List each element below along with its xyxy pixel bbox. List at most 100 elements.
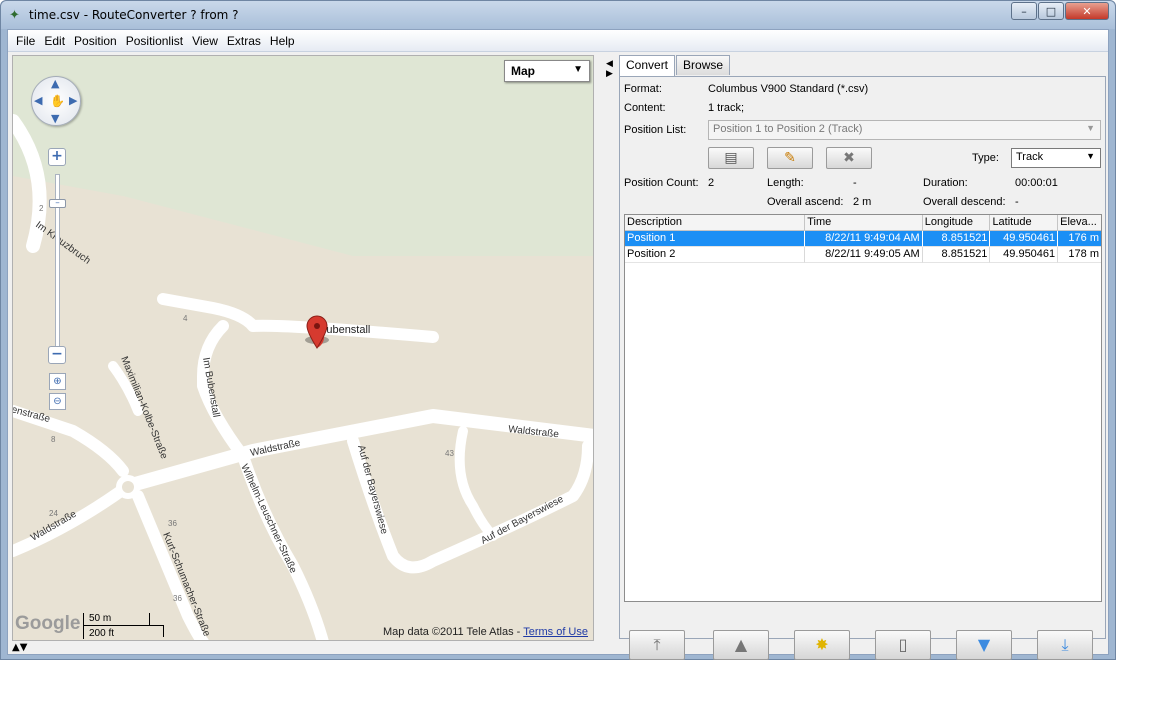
close-button[interactable]: ✕ (1065, 2, 1109, 20)
zoom-in-button[interactable]: + (48, 148, 66, 166)
cell-elevation: 178 m (1058, 247, 1101, 263)
cell-description: Position 2 (625, 247, 806, 263)
google-logo: Google (15, 613, 81, 634)
scale-metric: 50 m (89, 613, 112, 624)
house-number: 43 (445, 449, 454, 458)
title-bar[interactable]: ✦ time.csv - RouteConverter ? from ? – □… (1, 1, 1115, 29)
new-position-button[interactable]: ✸ (794, 630, 850, 660)
house-number: 2 (39, 204, 44, 213)
position-count-value: 2 (708, 177, 715, 189)
map-type-select[interactable]: Map ▼ (504, 60, 590, 82)
overall-ascend-value: 2 m (853, 196, 872, 208)
positions-table[interactable]: Description Time Longitude Latitude Elev… (624, 214, 1102, 602)
position-count-label: Position Count: (624, 177, 699, 189)
house-number: 8 (51, 435, 56, 444)
zoom-slider-thumb[interactable]: – (49, 199, 66, 208)
minimize-button[interactable]: – (1011, 2, 1037, 20)
move-to-bottom-button[interactable]: ⤓ (1037, 630, 1093, 660)
menu-extras[interactable]: Extras (223, 34, 265, 48)
collapse-left-icon[interactable]: ◀ (606, 59, 613, 69)
hand-icon: ✋ (50, 94, 65, 108)
overall-ascend-label: Overall ascend: (767, 196, 844, 208)
move-down-button[interactable]: ▼ (956, 630, 1012, 660)
table-header: Description Time Longitude Latitude Elev… (625, 215, 1101, 231)
duration-value: 00:00:01 (1015, 177, 1058, 189)
cell-longitude: 8.851521 (922, 247, 991, 263)
tab-browse[interactable]: Browse (676, 55, 731, 75)
column-header-longitude[interactable]: Longitude (923, 215, 991, 230)
column-header-elevation[interactable]: Eleva... (1058, 215, 1101, 230)
cell-latitude: 49.950461 (990, 231, 1059, 247)
app-window: ✦ time.csv - RouteConverter ? from ? – □… (0, 0, 1116, 660)
expand-icon[interactable]: ▲▼ (12, 642, 27, 653)
format-label: Format: (624, 83, 662, 95)
pan-down-icon[interactable]: ▼ (51, 112, 59, 125)
menu-view[interactable]: View (188, 34, 222, 48)
arrow-down-icon: ▼ (977, 635, 991, 654)
pan-left-icon[interactable]: ◀ (34, 94, 42, 107)
splitter[interactable]: ◀ ▶ (598, 55, 615, 641)
zoom-out-button[interactable]: − (48, 346, 66, 364)
cell-time: 8/22/11 9:49:04 AM (805, 231, 923, 247)
arrow-up-icon: ▲ (734, 635, 748, 654)
delete-icon: ✖ (843, 150, 855, 166)
menu-help[interactable]: Help (266, 34, 299, 48)
copyright-text: Map data ©2011 Tele Atlas - (383, 626, 524, 638)
maximize-button[interactable]: □ (1038, 2, 1064, 20)
map-marker-icon[interactable] (305, 315, 329, 349)
cell-latitude: 49.950461 (990, 247, 1059, 263)
chevron-down-icon: ▼ (1086, 151, 1095, 161)
terms-of-use-link[interactable]: Terms of Use (523, 626, 588, 638)
column-header-description[interactable]: Description (625, 215, 806, 230)
app-icon: ✦ (9, 8, 20, 23)
pan-right-icon[interactable]: ▶ (69, 94, 77, 107)
delete-position-button[interactable]: ▯ (875, 630, 931, 660)
content-label: Content: (624, 102, 666, 114)
position-list-select[interactable]: Position 1 to Position 2 (Track) ▼ (708, 120, 1101, 140)
collapse-right-icon[interactable]: ▶ (606, 69, 613, 79)
type-select[interactable]: Track ▼ (1011, 148, 1101, 168)
pan-control[interactable]: ▲ ▼ ◀ ▶ ✋ (31, 76, 81, 126)
column-header-latitude[interactable]: Latitude (990, 215, 1059, 230)
table-row[interactable]: Position 1 8/22/11 9:49:04 AM 8.851521 4… (625, 231, 1101, 247)
map-canvas: Im Kreuzbruch Im Bubenstall Maximilian-K… (13, 56, 593, 640)
house-number: 24 (49, 509, 58, 518)
content-value: 1 track; (708, 102, 745, 114)
convert-tab-body: Format: Columbus V900 Standard (*.csv) C… (619, 76, 1106, 660)
scale-imperial: 200 ft (89, 628, 115, 639)
cell-elevation: 176 m (1058, 231, 1101, 247)
length-value: - (853, 177, 857, 189)
overall-descend-value: - (1015, 196, 1019, 208)
table-row[interactable]: Position 2 8/22/11 9:49:05 AM 8.851521 4… (625, 247, 1101, 263)
house-number: 4 (183, 314, 188, 323)
type-label: Type: (972, 152, 999, 164)
duration-label: Duration: (923, 177, 968, 189)
map-type-label: Map (511, 64, 535, 78)
move-top-icon: ⤒ (653, 635, 661, 654)
star-icon: ✸ (815, 635, 829, 654)
open-list-button[interactable]: ▤ (708, 147, 754, 169)
column-header-time[interactable]: Time (805, 215, 923, 230)
move-up-button[interactable]: ▲ (713, 630, 769, 660)
rename-list-button[interactable]: ✎ (767, 147, 813, 169)
street-label-auf-der-bayerswiese-1: Auf der Bayerswiese (355, 444, 389, 536)
type-value: Track (1016, 151, 1044, 163)
cell-time: 8/22/11 9:49:05 AM (805, 247, 923, 263)
menu-file[interactable]: File (12, 34, 39, 48)
chevron-down-icon: ▼ (1086, 123, 1095, 133)
street-label-auf-der-bayerswiese-2: Auf der Bayerswiese (479, 494, 566, 547)
menu-position[interactable]: Position (70, 34, 121, 48)
move-to-top-button[interactable]: ⤒ (629, 630, 685, 660)
overall-descend-label: Overall descend: (923, 196, 1006, 208)
zoom-box-in-icon[interactable]: ⊕ (49, 373, 66, 390)
pencil-icon: ✎ (784, 150, 796, 166)
zoom-box-out-icon[interactable]: ⊖ (49, 393, 66, 410)
menu-positionlist[interactable]: Positionlist (122, 34, 187, 48)
map-view[interactable]: Im Kreuzbruch Im Bubenstall Maximilian-K… (12, 55, 594, 641)
position-list-label: Position List: (624, 124, 687, 136)
pan-up-icon[interactable]: ▲ (51, 77, 59, 90)
menu-edit[interactable]: Edit (40, 34, 69, 48)
street-label-im-kreuzbruch: Im Kreuzbruch (33, 220, 92, 267)
tab-convert[interactable]: Convert (619, 55, 676, 77)
delete-list-button[interactable]: ✖ (826, 147, 872, 169)
